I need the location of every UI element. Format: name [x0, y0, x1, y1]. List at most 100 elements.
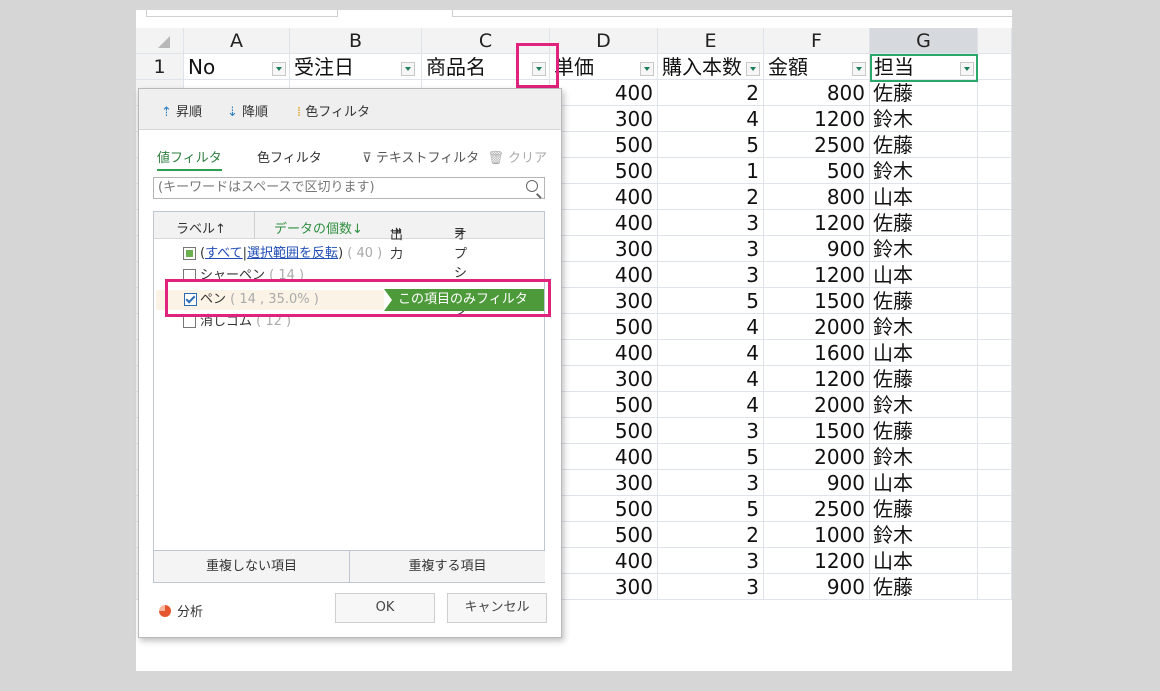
cell-g[interactable]: 鈴木 [870, 158, 978, 184]
cell-e[interactable]: 5 [658, 496, 764, 522]
column-header-d[interactable]: D [550, 28, 658, 54]
analyze-button[interactable]: 分析 [159, 601, 203, 620]
cell-g[interactable]: 佐藤 [870, 288, 978, 314]
cell-d[interactable]: 500 [550, 132, 658, 158]
cell-f[interactable]: 2500 [764, 496, 870, 522]
cell-f[interactable]: 1200 [764, 210, 870, 236]
cell-f[interactable]: 1200 [764, 366, 870, 392]
row-number[interactable]: 1 [136, 54, 184, 80]
sort-by-label-button[interactable]: ラベル↑ [176, 218, 226, 237]
column-header-g[interactable]: G [870, 28, 978, 54]
cell-e[interactable]: 2 [658, 80, 764, 106]
select-all-link[interactable]: すべて [205, 246, 243, 261]
cell-h[interactable] [978, 418, 1012, 444]
checkbox[interactable] [183, 247, 196, 260]
cell-d[interactable]: 400 [550, 340, 658, 366]
cell-g[interactable]: 鈴木 [870, 392, 978, 418]
cell-h[interactable] [978, 288, 1012, 314]
cell-h[interactable] [978, 106, 1012, 132]
cell-d[interactable]: 500 [550, 392, 658, 418]
select-all-corner[interactable] [136, 28, 184, 54]
cell-f[interactable]: 500 [764, 158, 870, 184]
cell-g[interactable]: 鈴木 [870, 314, 978, 340]
cell-g[interactable]: 佐藤 [870, 132, 978, 158]
sort-by-count-button[interactable]: データの個数↓ [274, 218, 363, 237]
filter-dropdown-icon[interactable] [852, 62, 866, 76]
cancel-button[interactable]: キャンセル [447, 593, 547, 623]
column-header-h[interactable] [978, 28, 1012, 54]
cell-e[interactable]: 3 [658, 470, 764, 496]
column-header-b[interactable]: B [290, 28, 422, 54]
filter-dropdown-icon[interactable] [640, 62, 654, 76]
unique-items-button[interactable]: 重複しない項目 [154, 551, 350, 582]
cell-e[interactable]: 3 [658, 574, 764, 600]
cell-e[interactable]: 3 [658, 236, 764, 262]
name-box[interactable] [146, 10, 338, 17]
header-cell-amount[interactable]: 金額 [764, 54, 870, 80]
cell-g[interactable]: 鈴木 [870, 522, 978, 548]
cell-h[interactable] [978, 340, 1012, 366]
cell-e[interactable]: 4 [658, 314, 764, 340]
color-filter-sort-button[interactable]: ⁞ 色フィルタ [297, 101, 370, 120]
cell-e[interactable]: 5 [658, 444, 764, 470]
cell-e[interactable]: 4 [658, 340, 764, 366]
cell-e[interactable]: 4 [658, 392, 764, 418]
cell-f[interactable]: 800 [764, 80, 870, 106]
duplicate-items-button[interactable]: 重複する項目 [350, 551, 545, 582]
cell-g[interactable]: 山本 [870, 340, 978, 366]
cell-g[interactable]: 山本 [870, 548, 978, 574]
cell-h[interactable] [978, 470, 1012, 496]
header-cell-no[interactable]: No [184, 54, 290, 80]
cell-g[interactable]: 佐藤 [870, 496, 978, 522]
cell-d[interactable]: 300 [550, 366, 658, 392]
cell-h[interactable] [978, 314, 1012, 340]
ok-button[interactable]: OK [335, 593, 435, 623]
cell-g[interactable]: 鈴木 [870, 444, 978, 470]
filter-dropdown-icon[interactable] [272, 62, 286, 76]
cell-g[interactable]: 山本 [870, 184, 978, 210]
cell-h[interactable] [978, 392, 1012, 418]
cell-g[interactable]: 佐藤 [870, 80, 978, 106]
cell-f[interactable]: 800 [764, 184, 870, 210]
filter-dropdown-icon[interactable] [401, 62, 415, 76]
cell-g[interactable]: 佐藤 [870, 210, 978, 236]
cell-e[interactable]: 3 [658, 210, 764, 236]
cell-e[interactable]: 2 [658, 184, 764, 210]
tab-color-filter[interactable]: 色フィルタ [257, 147, 322, 166]
cell-f[interactable]: 1500 [764, 418, 870, 444]
column-header-a[interactable]: A [184, 28, 290, 54]
cell-f[interactable]: 1000 [764, 522, 870, 548]
cell-h[interactable] [978, 444, 1012, 470]
cell-d[interactable]: 500 [550, 522, 658, 548]
cell-g[interactable]: 山本 [870, 470, 978, 496]
header-cell-date[interactable]: 受注日 [290, 54, 422, 80]
cell-h[interactable] [978, 80, 1012, 106]
cell-f[interactable]: 1200 [764, 106, 870, 132]
cell-d[interactable]: 400 [550, 80, 658, 106]
tab-value-filter[interactable]: 値フィルタ [157, 147, 222, 171]
cell-h[interactable] [978, 496, 1012, 522]
cell-g[interactable]: 佐藤 [870, 574, 978, 600]
cell-h[interactable] [978, 158, 1012, 184]
sort-descending-button[interactable]: ⇣ 降順 [227, 101, 268, 120]
cell-f[interactable]: 900 [764, 236, 870, 262]
cell-f[interactable]: 2500 [764, 132, 870, 158]
cell-h[interactable] [978, 574, 1012, 600]
cell-d[interactable]: 300 [550, 574, 658, 600]
cell-d[interactable]: 300 [550, 470, 658, 496]
header-cell-price[interactable]: 単価 [550, 54, 658, 80]
cell-h[interactable] [978, 522, 1012, 548]
cell-g[interactable]: 鈴木 [870, 106, 978, 132]
cell-d[interactable]: 400 [550, 262, 658, 288]
cell-d[interactable]: 400 [550, 444, 658, 470]
cell-d[interactable]: 300 [550, 106, 658, 132]
cell-e[interactable]: 5 [658, 288, 764, 314]
column-header-e[interactable]: E [658, 28, 764, 54]
cell-h[interactable] [978, 548, 1012, 574]
list-item-select-all[interactable]: (すべて|選択範囲を反転) ( 40 ) [183, 244, 382, 264]
cell-f[interactable]: 1500 [764, 288, 870, 314]
sort-ascending-button[interactable]: ⇡ 昇順 [161, 101, 202, 120]
cell-e[interactable]: 1 [658, 158, 764, 184]
cell-g[interactable]: 佐藤 [870, 366, 978, 392]
cell-h[interactable] [978, 184, 1012, 210]
